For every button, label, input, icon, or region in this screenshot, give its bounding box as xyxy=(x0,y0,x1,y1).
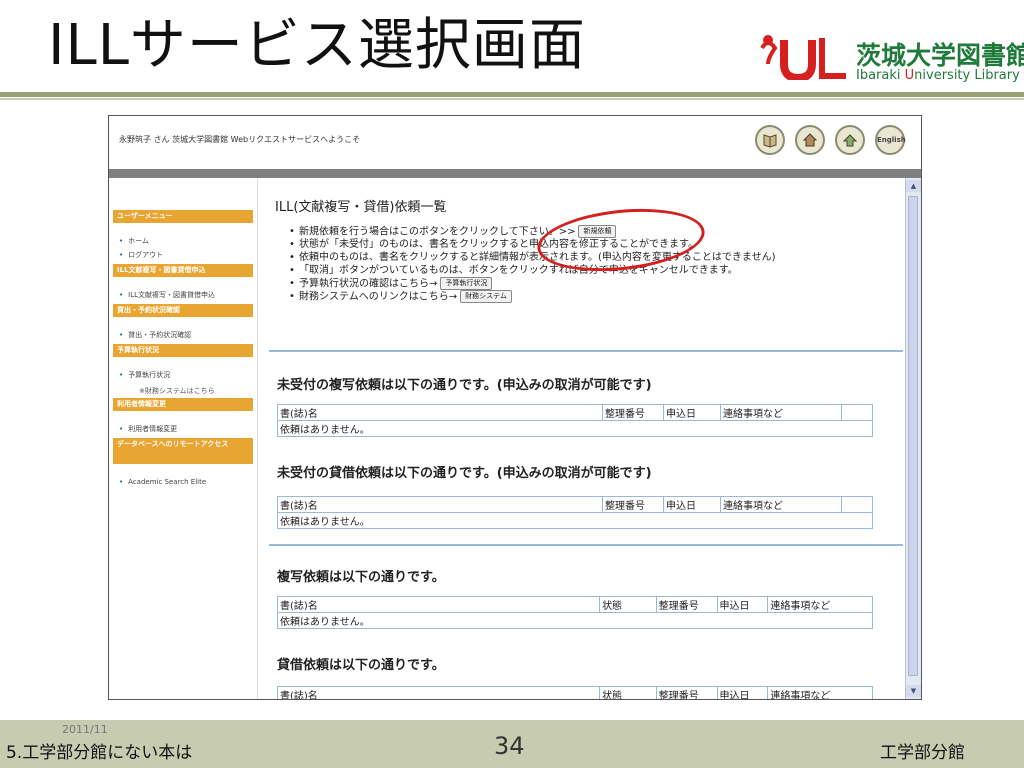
table-row: 依頼はありません。 xyxy=(277,420,873,437)
col-action xyxy=(841,496,873,513)
sidebar-head-userinfo: 利用者情報変更 xyxy=(113,398,253,411)
list-item: 依頼中のものは、書名をクリックすると詳細情報が表示されます。(申込内容を変更する… xyxy=(289,251,776,264)
sidebar-head-budget: 予算執行状況 xyxy=(113,344,253,357)
sidebar-head-status: 貸出・予約状況確認 xyxy=(113,304,253,317)
empty-message: 依頼はありません。 xyxy=(277,420,873,437)
search-icon[interactable] xyxy=(835,125,865,155)
sidebar-item-ill-apply[interactable]: • ILL文献複写・図書貸借申込 xyxy=(119,290,215,300)
list-item: 状態が「未受付」のものは、書名をクリックすると申込内容を修正することができます。 xyxy=(289,238,776,251)
col-number: 整理番号 xyxy=(655,596,718,613)
col-title: 書(誌)名 xyxy=(276,596,601,613)
budget-status-button[interactable]: 予算執行状況 xyxy=(440,277,493,290)
library-logo: 茨城大学図書館 Ibaraki University Library xyxy=(758,24,1024,92)
footer-right-text: 工学部分館 xyxy=(880,743,965,763)
pending-copy-table: 書(誌)名 整理番号 申込日 連絡事項など 依頼はありません。 xyxy=(277,404,873,437)
col-number: 整理番号 xyxy=(602,496,664,513)
section-heading-loan: 貸借依頼は以下の通りです。 xyxy=(277,658,445,673)
sidebar-finance-note[interactable]: ※財務システムはこちら xyxy=(139,386,215,396)
pending-loan-table: 書(誌)名 整理番号 申込日 連絡事項など 依頼はありません。 xyxy=(277,496,873,529)
footer-date: 2011/11 xyxy=(62,723,108,736)
col-action xyxy=(841,404,873,421)
sidebar-item-home[interactable]: • ホーム xyxy=(119,236,149,246)
book-icon[interactable] xyxy=(755,125,785,155)
finance-system-button[interactable]: 財務システム xyxy=(460,290,512,303)
loan-table: 書(誌)名 状態 整理番号 申込日 連絡事項など xyxy=(276,686,873,699)
sidebar-head-user-menu: ユーザーメニュー xyxy=(113,210,253,223)
footer-left-text: 5.工学部分館にない本は xyxy=(6,743,193,763)
table-header-row: 書(誌)名 状態 整理番号 申込日 連絡事項など xyxy=(276,596,873,613)
sidebar-item-status[interactable]: • 貸出・予約状況確認 xyxy=(119,330,191,340)
col-date: 申込日 xyxy=(663,404,721,421)
table-header-row: 書(誌)名 整理番号 申込日 連絡事項など xyxy=(277,404,873,421)
list-item: 「取消」ボタンがついているものは、ボタンをクリックすれば自分で申込をキャンセルで… xyxy=(289,264,776,277)
section-heading-pending-loan: 未受付の貸借依頼は以下の通りです。(申込みの取消が可能です) xyxy=(277,466,652,481)
col-date: 申込日 xyxy=(716,686,769,699)
section-heading-copy: 複写依頼は以下の通りです。 xyxy=(277,570,445,585)
library-logo-english: Ibaraki University Library xyxy=(856,68,1020,83)
table-header-row: 書(誌)名 状態 整理番号 申込日 連絡事項など xyxy=(276,686,873,699)
page-number: 34 xyxy=(494,732,525,760)
english-button[interactable]: English xyxy=(875,125,906,155)
screenshot-frame: 永野筑子 さん 茨城大学図書館 Webリクエストサービスへようこそ Englis… xyxy=(108,115,922,700)
welcome-message: 永野筑子 さん 茨城大学図書館 Webリクエストサービスへようこそ xyxy=(119,135,361,144)
library-logo-mark xyxy=(760,35,846,80)
sidebar-head-ill: ILL文献複写・図書貸借申込 xyxy=(113,264,253,277)
col-title: 書(誌)名 xyxy=(277,404,603,421)
library-logo-text: 茨城大学図書館 xyxy=(856,41,1024,70)
col-notes: 連絡事項など xyxy=(767,686,873,699)
sidebar-item-userinfo[interactable]: • 利用者情報変更 xyxy=(119,424,177,434)
col-notes: 連絡事項など xyxy=(720,404,842,421)
col-date: 申込日 xyxy=(663,496,721,513)
slide-title: ILLサービス選択画面 xyxy=(48,13,586,78)
list-item: 財務システムへのリンクはこちら→財務システム xyxy=(289,290,776,303)
scroll-up-arrow[interactable]: ▲ xyxy=(906,180,921,192)
site-header: 永野筑子 さん 茨城大学図書館 Webリクエストサービスへようこそ Englis… xyxy=(109,116,921,168)
col-title: 書(誌)名 xyxy=(277,496,603,513)
page-title: ILL(文献複写・貸借)依頼一覧 xyxy=(275,200,447,215)
col-title: 書(誌)名 xyxy=(276,686,601,699)
vertical-scrollbar[interactable]: ▲ ▼ xyxy=(905,178,921,699)
copy-table: 書(誌)名 状態 整理番号 申込日 連絡事項など 依頼はありません。 xyxy=(276,596,873,629)
home-icon[interactable] xyxy=(795,125,825,155)
col-status: 状態 xyxy=(599,686,657,699)
header-rule-thin xyxy=(0,98,1024,100)
sidebar-head-remote: データベースへのリモートアクセス xyxy=(113,438,253,464)
divider xyxy=(269,350,903,352)
header-bar xyxy=(109,169,921,178)
col-notes: 連絡事項など xyxy=(720,496,842,513)
list-item: 予算執行状況の確認はこちら→予算執行状況 xyxy=(289,277,776,290)
header-rule xyxy=(0,92,1024,97)
empty-message: 依頼はありません。 xyxy=(277,612,873,629)
col-status: 状態 xyxy=(599,596,657,613)
col-notes: 連絡事項など xyxy=(767,596,873,613)
col-date: 申込日 xyxy=(716,596,769,613)
scroll-down-arrow[interactable]: ▼ xyxy=(906,685,921,697)
divider xyxy=(269,544,903,546)
table-row: 依頼はありません。 xyxy=(277,612,873,629)
sidebar: ユーザーメニュー • ホーム • ログアウト ILL文献複写・図書貸借申込 • ILL… xyxy=(109,178,258,699)
scroll-thumb[interactable] xyxy=(908,196,918,676)
section-heading-pending-copy: 未受付の複写依頼は以下の通りです。(申込みの取消が可能です) xyxy=(277,378,652,393)
empty-message: 依頼はありません。 xyxy=(277,512,873,529)
col-number: 整理番号 xyxy=(655,686,718,699)
table-row: 依頼はありません。 xyxy=(277,512,873,529)
sidebar-item-logout[interactable]: • ログアウト xyxy=(119,250,163,260)
sidebar-item-remote-db[interactable]: • Academic Search Elite xyxy=(119,478,206,486)
col-number: 整理番号 xyxy=(602,404,664,421)
sidebar-item-budget[interactable]: • 予算執行状況 xyxy=(119,370,170,380)
table-header-row: 書(誌)名 整理番号 申込日 連絡事項など xyxy=(277,496,873,513)
